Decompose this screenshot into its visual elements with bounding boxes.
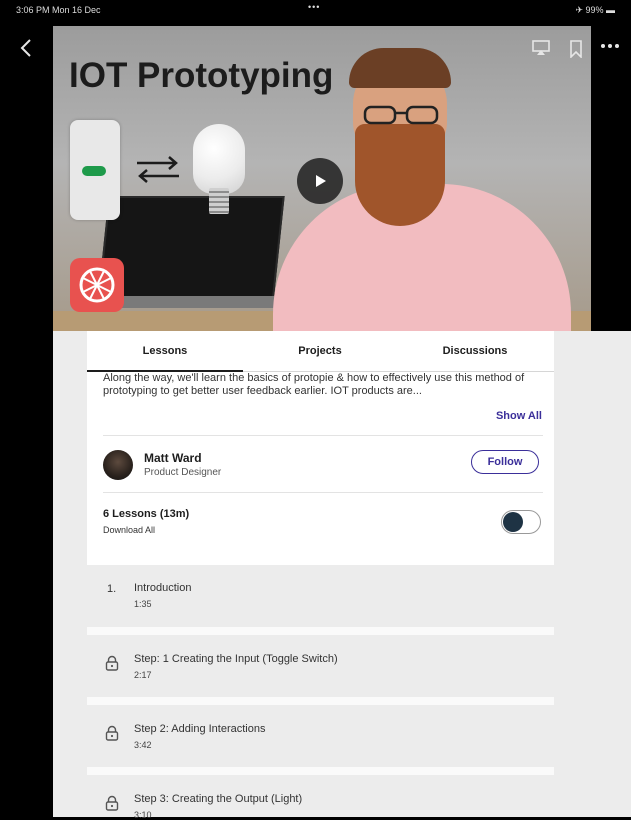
show-all-link[interactable]: Show All (496, 410, 542, 422)
phone-illustration (70, 120, 120, 220)
play-icon (316, 175, 326, 187)
tab-lessons[interactable]: Lessons (110, 345, 220, 357)
video-player[interactable]: IOT Prototyping (53, 26, 591, 331)
lesson-title: Step: 1 Creating the Input (Toggle Switc… (134, 653, 338, 665)
status-time: 3:06 PM Mon 16 Dec (16, 5, 101, 15)
toggle-knob (503, 512, 523, 532)
status-indicators: ✈ 99% ▬ (575, 5, 615, 15)
lock-icon (105, 655, 119, 671)
bulb-base (209, 188, 229, 214)
divider (103, 492, 543, 493)
follow-button[interactable]: Follow (471, 450, 539, 474)
divider (103, 435, 543, 436)
lesson-duration: 2:17 (134, 670, 152, 680)
instructor-beard (355, 124, 445, 226)
course-description: Along the way, we'll learn the basics of… (103, 372, 525, 397)
instructor-hair (349, 48, 451, 88)
lessons-summary: 6 Lessons (13m) (103, 508, 190, 520)
tab-bar: Lessons Projects Discussions (87, 331, 554, 373)
light-bulb-illustration (193, 124, 245, 194)
instructor-role: Product Designer (144, 467, 222, 478)
tab-discussions[interactable]: Discussions (420, 345, 530, 357)
lesson-duration: 3:42 (134, 740, 152, 750)
lesson-duration: 1:35 (134, 599, 152, 609)
course-info-card: Along the way, we'll learn the basics of… (87, 372, 554, 565)
swap-arrows-icon (137, 156, 179, 183)
lock-icon (105, 795, 119, 811)
more-options-icon[interactable] (600, 38, 620, 59)
lock-icon (105, 725, 119, 741)
avatar[interactable] (103, 450, 133, 480)
lesson-row[interactable]: 1. Introduction 1:35 (87, 565, 554, 629)
glasses (363, 105, 439, 125)
row-separator (87, 627, 554, 635)
lesson-duration: 3:10 (134, 810, 152, 820)
skillshare-logo (70, 258, 124, 312)
bookmark-icon[interactable] (569, 40, 583, 63)
row-separator (87, 697, 554, 705)
phone-toggle (82, 166, 106, 176)
multitask-dots[interactable]: ••• (308, 2, 320, 12)
row-separator (87, 767, 554, 775)
lesson-row[interactable]: Step 2: Adding Interactions 3:42 (87, 705, 554, 767)
lesson-title: Step 3: Creating the Output (Light) (134, 793, 303, 805)
download-all-toggle[interactable] (501, 510, 541, 534)
lesson-title: Step 2: Adding Interactions (134, 723, 266, 735)
download-all-label: Download All (103, 525, 156, 535)
lesson-number: 1. (107, 583, 117, 595)
lesson-title: Introduction (134, 582, 192, 594)
lesson-row[interactable]: Step 3: Creating the Output (Light) 3:10 (87, 775, 554, 820)
video-title: IOT Prototyping (69, 56, 334, 95)
lesson-row[interactable]: Step: 1 Creating the Input (Toggle Switc… (87, 635, 554, 697)
back-chevron-icon[interactable] (16, 36, 40, 60)
laptop-illustration (97, 196, 285, 304)
instructor-name[interactable]: Matt Ward (144, 451, 202, 465)
tab-projects[interactable]: Projects (265, 345, 375, 357)
course-panel: Lessons Projects Discussions Along the w… (53, 331, 631, 820)
status-bar: 3:06 PM Mon 16 Dec ••• ✈ 99% ▬ (0, 0, 631, 22)
airplay-icon[interactable] (532, 40, 550, 61)
play-button[interactable] (297, 158, 343, 204)
